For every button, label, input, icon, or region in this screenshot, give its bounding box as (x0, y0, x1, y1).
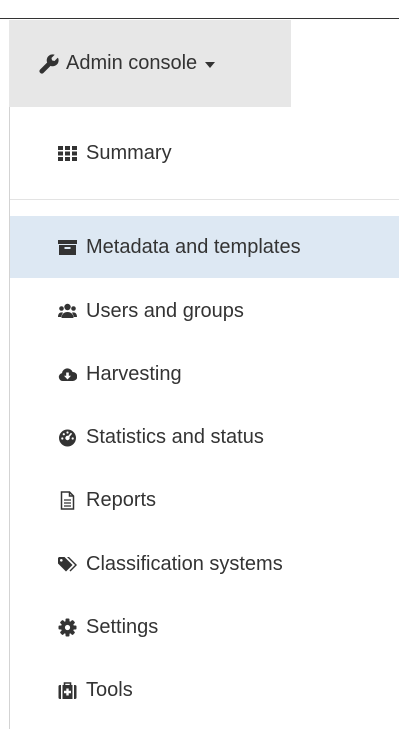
menu-item-label: Users and groups (86, 299, 244, 322)
menu-item-metadata-and-templates[interactable]: Metadata and templates (10, 216, 399, 278)
file-text-icon (60, 490, 75, 510)
menu-item-label: Settings (86, 615, 159, 638)
menu-item-tools[interactable]: Tools (10, 659, 399, 721)
users-icon (58, 303, 77, 318)
tags-icon (58, 556, 77, 571)
menu-item-settings[interactable]: Settings (10, 596, 399, 658)
top-border (0, 0, 399, 19)
menu-item-classification-systems[interactable]: Classification systems (10, 533, 399, 595)
caret-down-icon (205, 62, 216, 68)
menu-item-label: Summary (86, 141, 172, 164)
medkit-icon (58, 681, 77, 699)
menu-item-harvesting[interactable]: Harvesting (10, 343, 399, 405)
th-grid-icon (58, 145, 77, 161)
admin-console-label: Admin console (66, 52, 198, 74)
menu-item-label: Reports (86, 488, 157, 511)
cog-icon (58, 618, 77, 636)
wrench-icon (39, 53, 59, 74)
menu-item-users-and-groups[interactable]: Users and groups (10, 280, 399, 342)
admin-console-dropdown-button[interactable]: Admin console (9, 20, 291, 107)
dashboard-icon (59, 429, 76, 446)
menu-item-statistics-and-status[interactable]: Statistics and status (10, 406, 399, 468)
menu-item-label: Tools (86, 678, 133, 701)
menu-item-label: Classification systems (86, 552, 283, 575)
menu-item-label: Metadata and templates (86, 235, 301, 258)
menu-item-label: Statistics and status (86, 425, 264, 448)
admin-console-menu: Summary Metadata and templates Users and… (9, 107, 399, 729)
archive-icon (58, 239, 77, 255)
cloud-download-icon (58, 367, 77, 381)
menu-item-reports[interactable]: Reports (10, 469, 399, 531)
menu-item-label: Harvesting (86, 362, 182, 385)
menu-item-summary[interactable]: Summary (10, 122, 399, 184)
menu-divider (10, 199, 399, 200)
